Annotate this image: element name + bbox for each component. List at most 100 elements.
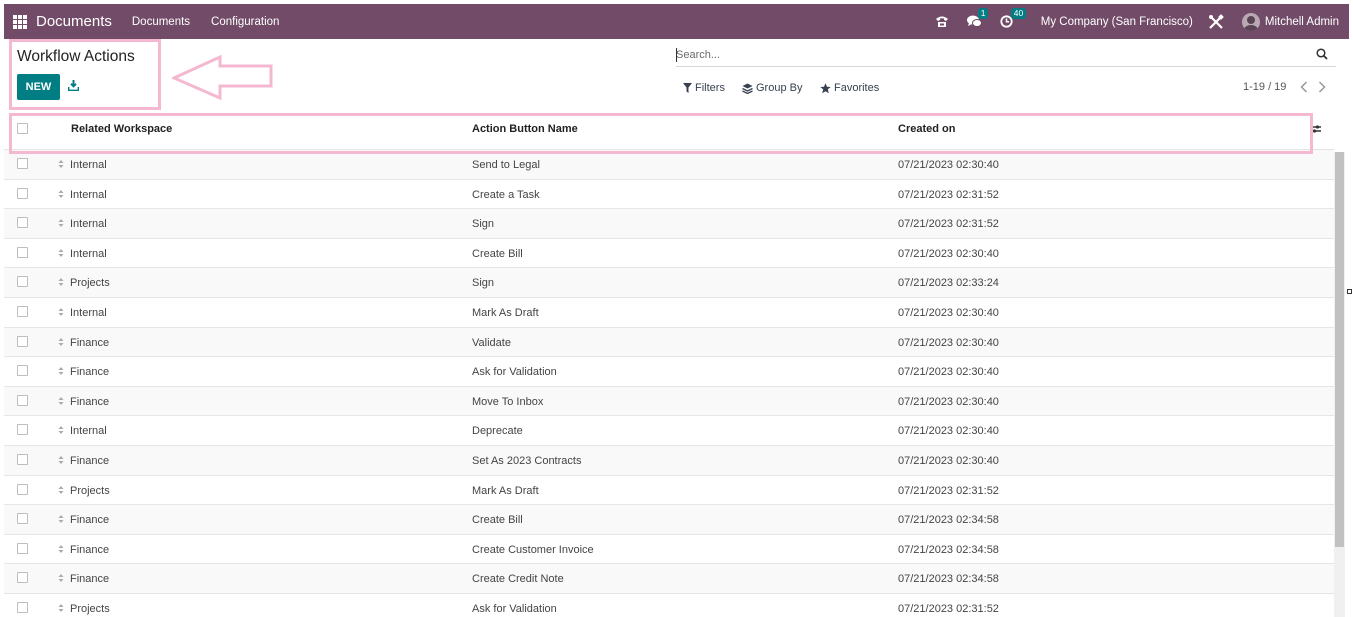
table-row[interactable]: Projects Sign 07/21/2023 02:33:24 bbox=[4, 268, 1334, 298]
app-name[interactable]: Documents bbox=[36, 13, 112, 30]
menu-configuration[interactable]: Configuration bbox=[211, 16, 279, 28]
table-row[interactable]: Internal Mark As Draft 07/21/2023 02:30:40 bbox=[4, 297, 1334, 328]
resize-handle[interactable] bbox=[1347, 289, 1352, 294]
cell-created-on: 07/21/2023 02:31:52 bbox=[898, 602, 999, 615]
table-row[interactable]: Internal Create a Task 07/21/2023 02:31:52 bbox=[4, 179, 1334, 210]
cell-created-on: 07/21/2023 02:34:58 bbox=[898, 543, 999, 556]
table-row[interactable]: Finance Create Bill 07/21/2023 02:34:58 bbox=[4, 505, 1334, 535]
table-row[interactable]: Internal Send to Legal 07/21/2023 02:30:40 bbox=[4, 150, 1334, 180]
scrollbar-thumb[interactable] bbox=[1335, 152, 1344, 547]
cell-created-on: 07/21/2023 02:30:40 bbox=[898, 425, 999, 438]
cell-created-on: 07/21/2023 02:31:52 bbox=[898, 484, 999, 497]
phone-icon[interactable] bbox=[935, 15, 949, 28]
cell-action-button-name: Mark As Draft bbox=[472, 484, 539, 497]
cell-action-button-name: Sign bbox=[472, 277, 495, 290]
sort-handle-icon[interactable] bbox=[58, 425, 64, 438]
row-checkbox[interactable] bbox=[17, 276, 28, 288]
star-icon bbox=[820, 82, 831, 93]
table-row[interactable]: Finance Create Customer Invoice 07/21/2023… bbox=[4, 534, 1334, 565]
row-checkbox[interactable] bbox=[17, 217, 28, 229]
sort-handle-icon[interactable] bbox=[58, 573, 64, 586]
row-checkbox[interactable] bbox=[17, 394, 28, 406]
pager-value[interactable]: 1-19 / 19 bbox=[1243, 81, 1286, 93]
cell-related-workspace: Finance bbox=[70, 336, 110, 349]
table-row[interactable]: Internal Sign 07/21/2023 02:31:52 bbox=[4, 209, 1334, 239]
sort-handle-icon[interactable] bbox=[58, 248, 64, 261]
cell-related-workspace: Internal bbox=[70, 218, 107, 231]
table-row[interactable]: Finance Create Credit Note 07/21/2023 02:3… bbox=[4, 564, 1334, 594]
row-checkbox[interactable] bbox=[17, 513, 28, 525]
clock-icon[interactable]: 40 bbox=[1000, 8, 1027, 28]
cell-related-workspace: Internal bbox=[70, 306, 107, 319]
sort-handle-icon[interactable] bbox=[58, 337, 64, 350]
table-row[interactable]: Internal Create Bill 07/21/2023 02:30:40 bbox=[4, 238, 1334, 269]
row-checkbox[interactable] bbox=[17, 572, 28, 584]
favorites-button[interactable]: Favorites bbox=[820, 82, 879, 94]
user-menu[interactable]: Mitchell Admin bbox=[1241, 12, 1339, 31]
apps-grid-icon[interactable] bbox=[13, 14, 27, 29]
cell-created-on: 07/21/2023 02:30:40 bbox=[898, 395, 999, 408]
table-row[interactable]: Finance Move To Inbox 07/21/2023 02:30:40 bbox=[4, 386, 1334, 417]
cell-related-workspace: Finance bbox=[70, 366, 110, 379]
cell-action-button-name: Send to Legal bbox=[472, 159, 540, 171]
cell-related-workspace: Finance bbox=[70, 514, 110, 527]
sort-handle-icon[interactable] bbox=[58, 544, 64, 557]
sort-handle-icon[interactable] bbox=[58, 603, 64, 616]
cell-related-workspace: Finance bbox=[70, 395, 110, 408]
new-button[interactable]: NEW bbox=[17, 74, 60, 100]
row-checkbox[interactable] bbox=[17, 305, 28, 317]
table-row[interactable]: Finance Ask for Validation 07/21/2023 02:3… bbox=[4, 357, 1334, 387]
search-icon[interactable] bbox=[1316, 48, 1328, 63]
sort-handle-icon[interactable] bbox=[58, 366, 64, 379]
sort-handle-icon[interactable] bbox=[58, 218, 64, 231]
filters-button[interactable]: Filters bbox=[683, 82, 725, 94]
sort-handle-icon[interactable] bbox=[58, 396, 64, 409]
row-checkbox[interactable] bbox=[17, 453, 28, 465]
table-row[interactable]: Finance Validate 07/21/2023 02:30:40 bbox=[4, 327, 1334, 358]
row-checkbox[interactable] bbox=[17, 158, 28, 169]
cell-related-workspace: Internal bbox=[70, 188, 107, 201]
pager-next-icon[interactable] bbox=[1318, 80, 1326, 96]
sort-handle-icon[interactable] bbox=[58, 455, 64, 468]
row-checkbox[interactable] bbox=[17, 542, 28, 554]
menu-documents[interactable]: Documents bbox=[132, 16, 190, 28]
group-by-button[interactable]: Group By bbox=[742, 82, 802, 94]
sort-handle-icon[interactable] bbox=[58, 277, 64, 290]
cell-related-workspace: Internal bbox=[70, 159, 107, 171]
tools-icon[interactable] bbox=[1208, 13, 1224, 30]
table-row[interactable]: Internal Deprecate 07/21/2023 02:30:40 bbox=[4, 416, 1334, 446]
layers-icon bbox=[742, 83, 753, 94]
search-bar[interactable] bbox=[676, 44, 1336, 67]
row-checkbox[interactable] bbox=[17, 365, 28, 377]
cell-action-button-name: Set As 2023 Contracts bbox=[472, 454, 582, 467]
sort-handle-icon[interactable] bbox=[58, 485, 64, 498]
cell-action-button-name: Ask for Validation bbox=[472, 366, 557, 379]
sort-handle-icon[interactable] bbox=[58, 514, 64, 527]
sort-handle-icon[interactable] bbox=[58, 307, 64, 320]
row-checkbox[interactable] bbox=[17, 601, 28, 613]
cell-action-button-name: Create Credit Note bbox=[472, 573, 564, 586]
scrollbar[interactable] bbox=[1334, 152, 1345, 617]
cell-created-on: 07/21/2023 02:30:40 bbox=[898, 247, 999, 260]
row-checkbox[interactable] bbox=[17, 483, 28, 495]
table-row[interactable]: Projects Ask for Validation 07/21/2023 02:… bbox=[4, 593, 1334, 617]
row-checkbox[interactable] bbox=[17, 246, 28, 258]
row-checkbox[interactable] bbox=[17, 424, 28, 436]
row-checkbox[interactable] bbox=[17, 335, 28, 347]
chat-count-badge: 1 bbox=[977, 8, 989, 19]
search-input[interactable] bbox=[676, 44, 1296, 66]
pager-previous-icon[interactable] bbox=[1300, 80, 1308, 96]
table-row[interactable]: Projects Mark As Draft 07/21/2023 02:31:52 bbox=[4, 475, 1334, 506]
top-navbar: Documents Documents Configuration 1 40 M… bbox=[4, 4, 1349, 39]
cell-action-button-name: Sign bbox=[472, 218, 495, 231]
company-switcher[interactable]: My Company (San Francisco) bbox=[1041, 16, 1193, 28]
cell-created-on: 07/21/2023 02:33:24 bbox=[898, 277, 999, 290]
download-icon[interactable] bbox=[67, 80, 80, 94]
sort-handle-icon[interactable] bbox=[58, 189, 64, 202]
row-checkbox[interactable] bbox=[17, 187, 28, 199]
group-by-label: Group By bbox=[756, 82, 803, 94]
cell-created-on: 07/21/2023 02:31:52 bbox=[898, 188, 999, 201]
table-row[interactable]: Finance Set As 2023 Contracts 07/21/2023 0… bbox=[4, 445, 1334, 476]
chat-icon[interactable]: 1 bbox=[966, 8, 989, 28]
sort-handle-icon[interactable] bbox=[58, 159, 64, 172]
